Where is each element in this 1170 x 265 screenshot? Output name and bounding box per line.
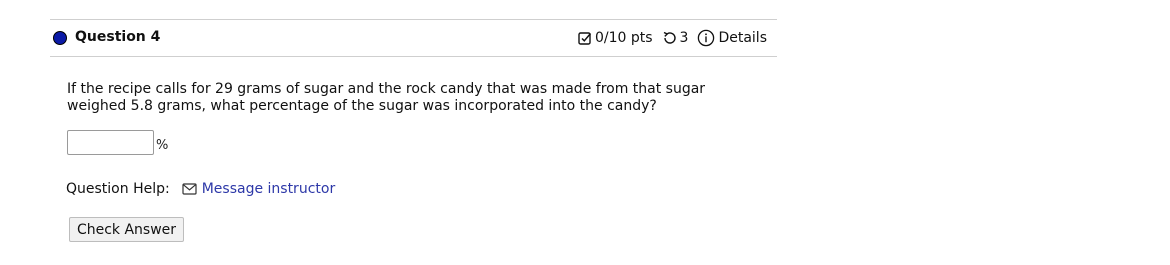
info-icon — [698, 29, 715, 47]
score-text: 0/10 pts — [594, 30, 653, 46]
question-status-dot — [53, 31, 67, 45]
details-label[interactable]: Details — [718, 30, 767, 46]
attempts-indicator: 3 — [662, 30, 689, 46]
header-divider-bottom — [50, 56, 777, 57]
message-instructor-link[interactable]: Message instructor — [182, 181, 336, 197]
answer-row: % — [67, 130, 168, 155]
score-indicator: 0/10 pts — [578, 30, 653, 46]
percent-unit-label: % — [156, 138, 169, 153]
message-instructor-label[interactable]: Message instructor — [202, 181, 336, 197]
details-toggle[interactable]: Details — [697, 29, 767, 47]
question-title: Question 4 — [75, 29, 161, 45]
question-help: Question Help: Message instructor — [66, 181, 335, 197]
header-divider-top — [50, 19, 777, 20]
question-help-label: Question Help: — [66, 181, 170, 197]
checkbox-icon — [578, 32, 592, 45]
answer-input[interactable] — [67, 130, 154, 155]
mail-icon — [182, 183, 197, 195]
question-meta: 0/10 pts 3 Details — [578, 29, 767, 47]
attempts-count: 3 — [679, 30, 689, 46]
question-text: If the recipe calls for 29 grams of suga… — [67, 81, 706, 114]
retry-icon — [663, 31, 676, 44]
check-answer-button[interactable]: Check Answer — [69, 217, 184, 242]
